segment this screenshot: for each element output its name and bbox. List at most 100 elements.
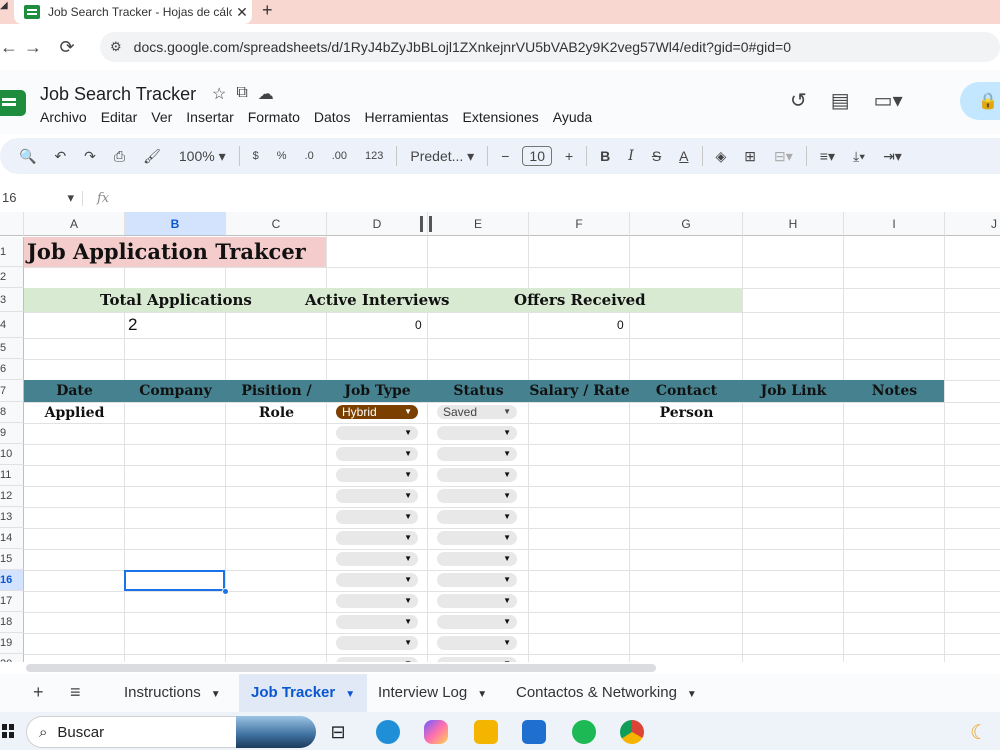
column-header-f[interactable]: F bbox=[529, 212, 630, 236]
chevron-down-icon[interactable]: ▾ bbox=[67, 190, 74, 206]
sheets-logo-icon[interactable] bbox=[0, 90, 26, 116]
browser-tab-active[interactable]: Job Search Tracker - Hojas de cálculo de… bbox=[14, 0, 252, 24]
row-header[interactable]: 20 bbox=[0, 654, 24, 662]
job-type-dropdown[interactable]: Hybrid ▼ bbox=[336, 405, 418, 419]
horizontal-align-icon[interactable]: ≡▾ bbox=[811, 148, 844, 165]
row-header[interactable]: 15 bbox=[0, 549, 24, 570]
fill-handle[interactable] bbox=[222, 588, 229, 595]
table-header-date-applied[interactable]: Date Applied bbox=[24, 380, 125, 421]
job-type-dropdown[interactable]: ▼ bbox=[336, 426, 418, 440]
edge-browser-icon[interactable] bbox=[376, 720, 400, 744]
table-header-notes[interactable]: Notes bbox=[844, 380, 945, 402]
table-header-contact-person[interactable]: Contact Person bbox=[630, 380, 743, 421]
row-header[interactable]: 17 bbox=[0, 591, 24, 612]
tab-job-tracker[interactable]: Job Tracker ▼ bbox=[239, 674, 368, 712]
job-type-dropdown[interactable]: ▼ bbox=[336, 489, 418, 503]
row-header[interactable]: 10 bbox=[0, 444, 24, 465]
print-icon[interactable]: ⎙ bbox=[105, 148, 134, 165]
menu-editar[interactable]: Editar bbox=[101, 109, 138, 125]
status-dropdown[interactable]: ▼ bbox=[437, 615, 517, 629]
chrome-icon[interactable] bbox=[620, 720, 644, 744]
row-header[interactable]: 9 bbox=[0, 423, 24, 444]
job-type-dropdown[interactable]: ▼ bbox=[336, 594, 418, 608]
table-header-job-link[interactable]: Job Link bbox=[743, 380, 844, 402]
spotify-icon[interactable] bbox=[572, 720, 596, 744]
column-header-a[interactable]: A bbox=[24, 212, 125, 236]
more-formats-button[interactable]: 123 bbox=[356, 150, 392, 162]
stat-label-total-applications[interactable]: Total Applications bbox=[100, 289, 252, 311]
close-icon[interactable]: ✕ bbox=[232, 4, 252, 21]
row-header[interactable]: 14 bbox=[0, 528, 24, 549]
column-header-h[interactable]: H bbox=[743, 212, 844, 236]
document-title[interactable]: Job Search Tracker bbox=[40, 84, 196, 105]
microsoft-store-icon[interactable] bbox=[522, 720, 546, 744]
row-header[interactable]: 18 bbox=[0, 612, 24, 633]
move-folder-icon[interactable]: ⧉ bbox=[236, 84, 247, 104]
column-header-b[interactable]: B bbox=[125, 212, 226, 236]
job-type-dropdown[interactable]: ▼ bbox=[336, 447, 418, 461]
comments-icon[interactable]: ▤ bbox=[831, 88, 850, 113]
status-dropdown[interactable]: ▼ bbox=[437, 594, 517, 608]
row-header[interactable]: 11 bbox=[0, 465, 24, 486]
select-all-corner[interactable] bbox=[0, 212, 24, 236]
meet-icon[interactable]: ▭▾ bbox=[874, 88, 903, 113]
currency-format-button[interactable]: $ bbox=[244, 150, 268, 162]
reload-icon[interactable]: ⟳ bbox=[50, 37, 84, 58]
stat-label-offers-received[interactable]: Offers Received bbox=[514, 289, 646, 311]
text-wrapping-icon[interactable]: ⇥▾ bbox=[874, 148, 911, 165]
row-header[interactable]: 13 bbox=[0, 507, 24, 528]
job-type-dropdown[interactable]: ▼ bbox=[336, 615, 418, 629]
column-header-d[interactable]: D bbox=[327, 212, 428, 236]
table-header-salary[interactable]: Salary / Rate bbox=[529, 380, 630, 402]
table-header-status[interactable]: Status bbox=[428, 380, 529, 402]
task-view-icon[interactable]: ⊟ bbox=[326, 720, 350, 744]
status-dropdown[interactable]: ▼ bbox=[437, 531, 517, 545]
job-type-dropdown[interactable]: ▼ bbox=[336, 468, 418, 482]
job-type-dropdown[interactable]: ▼ bbox=[336, 573, 418, 587]
job-type-dropdown[interactable]: ▼ bbox=[336, 552, 418, 566]
status-dropdown[interactable]: ▼ bbox=[437, 636, 517, 650]
row-header[interactable]: 2 bbox=[0, 267, 24, 288]
percent-format-button[interactable]: % bbox=[268, 150, 296, 162]
new-tab-button[interactable]: + bbox=[262, 0, 273, 20]
job-type-dropdown[interactable]: ▼ bbox=[336, 510, 418, 524]
forward-icon[interactable]: → bbox=[16, 37, 50, 58]
row-header[interactable]: 12 bbox=[0, 486, 24, 507]
row-header[interactable]: 7 bbox=[0, 380, 24, 402]
decrease-decimal-button[interactable]: .0 bbox=[296, 150, 323, 162]
row-header[interactable]: 8 bbox=[0, 402, 24, 423]
stat-value-offers-received[interactable]: 0 bbox=[617, 313, 624, 337]
name-box[interactable]: 16 ▾ bbox=[0, 190, 82, 206]
row-header[interactable]: 4 bbox=[0, 312, 24, 338]
menu-ver[interactable]: Ver bbox=[151, 109, 172, 125]
horizontal-scrollbar[interactable] bbox=[24, 662, 1000, 674]
redo-icon[interactable]: ↷ bbox=[75, 148, 105, 165]
share-button[interactable]: 🔒 bbox=[960, 82, 1000, 120]
spreadsheet-grid[interactable]: A B C D E F G H I J 1 2 3 4 5 6 7 8 9 10… bbox=[0, 212, 1000, 662]
table-header-position[interactable]: Pisition / Role bbox=[226, 380, 327, 421]
borders-icon[interactable]: ⊞ bbox=[735, 148, 765, 165]
decrease-font-size-icon[interactable]: − bbox=[492, 148, 518, 164]
menu-formato[interactable]: Formato bbox=[248, 109, 300, 125]
status-dropdown[interactable]: ▼ bbox=[437, 468, 517, 482]
scrollbar-thumb[interactable] bbox=[26, 664, 656, 672]
job-type-dropdown[interactable]: ▼ bbox=[336, 636, 418, 650]
tab-search-icon[interactable]: ◢ bbox=[0, 0, 10, 11]
zoom-select[interactable]: 100% ▾ bbox=[170, 148, 235, 165]
column-header-e[interactable]: E bbox=[428, 212, 529, 236]
cloud-status-icon[interactable]: ☁ bbox=[258, 84, 274, 104]
strikethrough-icon[interactable]: S bbox=[643, 148, 670, 164]
table-header-job-type[interactable]: Job Type bbox=[327, 380, 428, 402]
sheet-title-cell[interactable]: Job Application Trakcer bbox=[24, 237, 326, 267]
back-icon[interactable]: ← bbox=[0, 37, 18, 58]
windows-start-icon[interactable] bbox=[2, 724, 14, 738]
undo-icon[interactable]: ↶ bbox=[45, 148, 75, 165]
row-header-selected[interactable]: 16 bbox=[0, 570, 24, 591]
row-header[interactable]: 1 bbox=[0, 237, 24, 267]
file-explorer-icon[interactable] bbox=[474, 720, 498, 744]
row-header[interactable]: 6 bbox=[0, 359, 24, 380]
add-sheet-icon[interactable]: + bbox=[33, 682, 44, 703]
text-color-icon[interactable]: A bbox=[670, 148, 697, 164]
tab-contactos-networking[interactable]: Contactos & Networking ▼ bbox=[516, 674, 697, 712]
column-header-j[interactable]: J bbox=[945, 212, 1000, 236]
